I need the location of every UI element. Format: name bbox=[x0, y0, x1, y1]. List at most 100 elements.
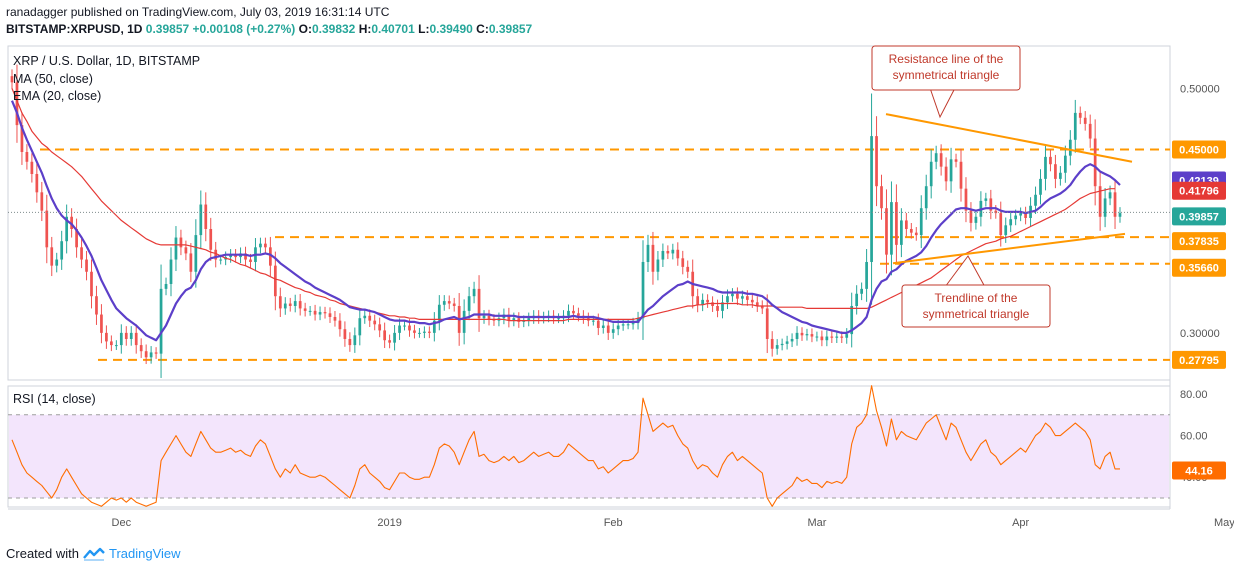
rsi-legend[interactable]: RSI (14, close) bbox=[13, 392, 96, 406]
callout-mask bbox=[903, 323, 1049, 326]
candle-body bbox=[80, 247, 83, 260]
candle-body bbox=[105, 332, 108, 342]
candle-body bbox=[363, 315, 367, 319]
badge-text: 44.16 bbox=[1185, 466, 1213, 478]
candle-body bbox=[696, 296, 700, 305]
candle-body bbox=[1068, 139, 1072, 156]
candle-body bbox=[283, 303, 287, 309]
candle-body bbox=[442, 301, 446, 305]
candle-body bbox=[373, 320, 377, 325]
candle-body bbox=[870, 136, 873, 262]
candle-body bbox=[189, 253, 193, 272]
candle-body bbox=[343, 329, 347, 339]
candle-body bbox=[815, 336, 819, 338]
candle-body bbox=[904, 220, 908, 229]
candle-body bbox=[40, 192, 44, 211]
candle-body bbox=[447, 301, 451, 304]
candle-body bbox=[1078, 112, 1082, 118]
candle-body bbox=[338, 320, 342, 330]
candle-body bbox=[199, 204, 203, 236]
y-tick-label: 0.30000 bbox=[1180, 328, 1220, 340]
callout-mask bbox=[873, 86, 1019, 89]
candle-body bbox=[1014, 215, 1018, 220]
candle-body bbox=[139, 345, 143, 352]
candle-body bbox=[900, 220, 903, 245]
candle-body bbox=[95, 296, 98, 315]
candle-body bbox=[909, 228, 913, 233]
callout-text: symmetrical triangle bbox=[893, 68, 1000, 82]
badge-last-price: 0.39857 bbox=[1172, 207, 1226, 226]
candle-body bbox=[348, 338, 352, 346]
candle-body bbox=[164, 283, 168, 289]
candle-body bbox=[124, 332, 128, 339]
candle-body bbox=[765, 308, 769, 339]
candle-body bbox=[914, 232, 918, 236]
candle-body bbox=[194, 235, 198, 272]
candle-body bbox=[100, 314, 103, 333]
candle-body bbox=[55, 259, 59, 266]
candle-body bbox=[1034, 194, 1037, 206]
candle-body bbox=[895, 202, 898, 245]
candle-body bbox=[119, 332, 123, 346]
candle-body bbox=[472, 288, 476, 297]
tradingview-link[interactable]: TradingView bbox=[109, 546, 181, 561]
candle-body bbox=[313, 310, 317, 315]
candle-body bbox=[388, 340, 391, 343]
candle-body bbox=[1063, 155, 1067, 173]
badge-level-035660: 0.35660 bbox=[1172, 258, 1226, 277]
candle-body bbox=[1093, 138, 1097, 187]
candle-body bbox=[830, 336, 834, 338]
candle-body bbox=[596, 320, 600, 328]
candle-body bbox=[954, 159, 958, 162]
candle-body bbox=[1103, 198, 1107, 217]
candle-body bbox=[661, 250, 665, 260]
candle-body bbox=[1009, 219, 1013, 226]
created-with-text: Created with bbox=[6, 546, 79, 561]
candle-body bbox=[1004, 225, 1008, 236]
candle-body bbox=[418, 332, 421, 334]
candle-body bbox=[890, 202, 893, 255]
candle-body bbox=[741, 296, 744, 299]
footer: Created with TradingView bbox=[6, 546, 181, 561]
candle-body bbox=[810, 334, 814, 337]
candle-body bbox=[641, 261, 645, 319]
badge-text: 0.37835 bbox=[1179, 236, 1219, 248]
candle-body bbox=[249, 259, 252, 262]
candle-body bbox=[959, 161, 963, 189]
badge-level-037835: 0.37835 bbox=[1172, 232, 1226, 251]
badge-ma50: 0.41796 bbox=[1172, 181, 1226, 200]
candle-body bbox=[259, 243, 262, 248]
candle-body bbox=[462, 310, 466, 333]
candle-body bbox=[383, 330, 387, 341]
candle-body bbox=[174, 237, 178, 260]
candle-body bbox=[134, 332, 138, 346]
rsi-tick-label: 80.00 bbox=[1180, 389, 1208, 401]
ema-legend[interactable]: EMA (20, close) bbox=[13, 89, 101, 103]
candle-body bbox=[885, 208, 888, 255]
chart-title: XRP / U.S. Dollar, 1D, BITSTAMP bbox=[13, 54, 201, 68]
badge-text: 0.35660 bbox=[1179, 263, 1219, 275]
candle-body bbox=[1019, 213, 1022, 216]
candle-body bbox=[209, 228, 213, 250]
tradingview-logo-icon bbox=[83, 547, 105, 561]
candle-body bbox=[736, 293, 739, 299]
x-tick-label: Apr bbox=[1012, 517, 1029, 529]
candle-body bbox=[939, 153, 943, 167]
candle-body bbox=[60, 241, 64, 260]
candle-body bbox=[800, 332, 804, 336]
candle-body bbox=[706, 299, 709, 303]
candle-body bbox=[452, 303, 456, 306]
candle-body bbox=[681, 258, 685, 267]
candle-body bbox=[745, 296, 749, 300]
ma-legend[interactable]: MA (50, close) bbox=[13, 72, 93, 86]
candle-body bbox=[795, 332, 799, 339]
candle-body bbox=[567, 310, 570, 316]
candle-body bbox=[273, 265, 277, 297]
candle-body bbox=[323, 312, 327, 314]
chart-canvas[interactable]: Dec2019FebMarAprMayJunJul0.500000.450000… bbox=[0, 0, 1234, 572]
candle-body bbox=[1113, 192, 1117, 217]
candle-body bbox=[1039, 178, 1042, 195]
candle-body bbox=[288, 303, 292, 306]
candle-body bbox=[750, 299, 754, 303]
candle-body bbox=[293, 301, 297, 306]
